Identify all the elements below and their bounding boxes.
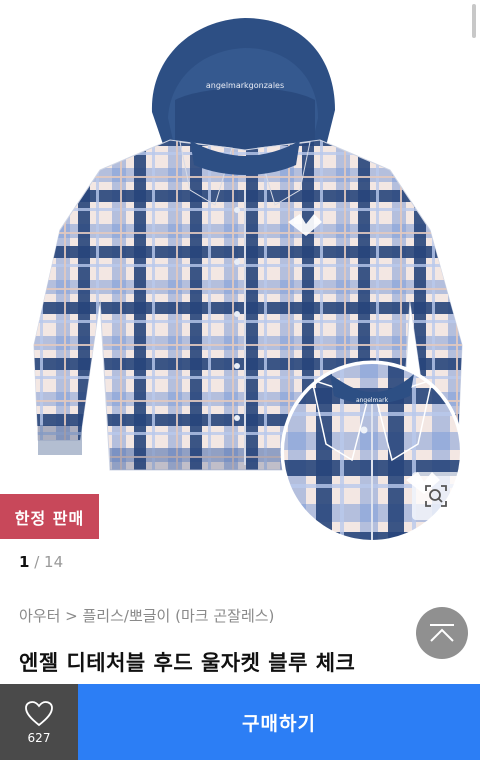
breadcrumb[interactable]: 아우터 > 플리스/뽀글이 (마크 곤잘레스) <box>19 605 274 626</box>
product-title: 엔젤 디테처블 후드 울자켓 블루 체크 <box>19 651 356 675</box>
scrollbar-thumb[interactable] <box>472 4 476 38</box>
image-pager: 1 / 14 <box>19 553 63 571</box>
zoom-button[interactable] <box>412 472 460 520</box>
pager-total: 14 <box>44 553 64 571</box>
limited-sale-badge: 한정 판매 <box>0 494 99 539</box>
jacket-illustration: angelmarkgonzales angelmark <box>33 18 464 540</box>
like-button[interactable]: 627 <box>0 684 78 760</box>
svg-text:angelmark: angelmark <box>356 397 389 404</box>
like-count: 627 <box>27 730 51 745</box>
scroll-top-button[interactable] <box>416 607 468 659</box>
pager-separator: / <box>29 553 45 571</box>
buy-button[interactable]: 구매하기 <box>78 684 480 760</box>
svg-text:angelmarkgonzales: angelmarkgonzales <box>206 81 284 90</box>
product-image[interactable]: angelmarkgonzales angelmark <box>0 0 480 540</box>
search-zoom-icon <box>425 485 447 507</box>
pager-current: 1 <box>19 553 30 571</box>
heart-outline-icon <box>25 700 53 726</box>
chevron-up-icon <box>430 624 454 642</box>
bottom-action-bar: 627 구매하기 <box>0 684 480 760</box>
